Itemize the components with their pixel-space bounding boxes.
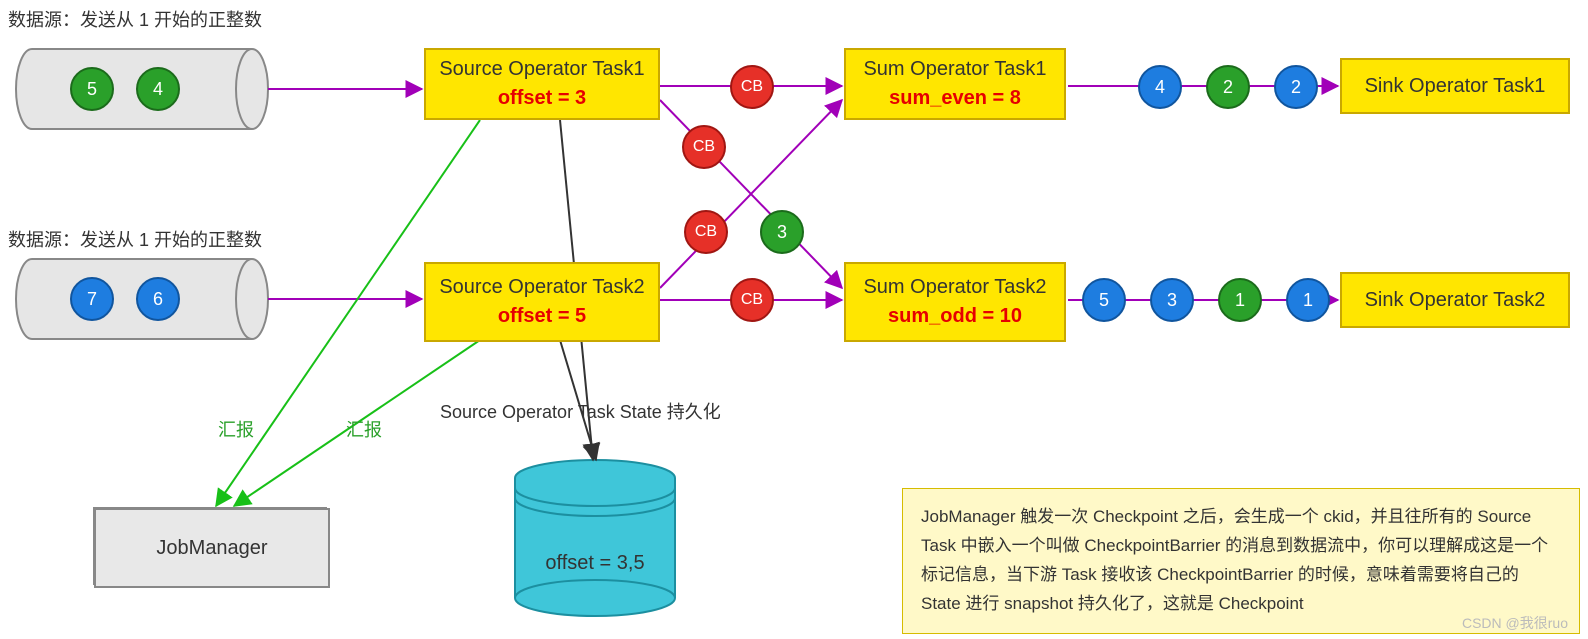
- stream2-dot-5: 5: [1082, 278, 1126, 322]
- sink-op-task1: Sink Operator Task1: [1340, 58, 1570, 114]
- ds2-item-6: 6: [136, 277, 180, 321]
- sum-op-task2-title: Sum Operator Task2: [863, 276, 1046, 299]
- stream2-dot-1a: 1: [1218, 278, 1262, 322]
- diagram-canvas: 数据源：发送从 1 开始的正整数 数据源：发送从 1 开始的正整数 5 4 7 …: [0, 0, 1588, 639]
- watermark: CSDN @我很ruo: [1462, 613, 1568, 633]
- sink-op-task2: Sink Operator Task2: [1340, 272, 1570, 328]
- ds1-item-5: 5: [70, 67, 114, 111]
- source-op-task1-title: Source Operator Task1: [439, 58, 644, 81]
- report-label-2: 汇报: [346, 416, 382, 442]
- stream1-dot-2a: 2: [1206, 65, 1250, 109]
- sum-op-task1-title: Sum Operator Task1: [863, 58, 1046, 81]
- cb-dot-3: CB: [684, 210, 728, 254]
- source-op-task1: Source Operator Task1 offset = 3: [424, 48, 660, 120]
- ds1-item-4: 4: [136, 67, 180, 111]
- state-store-text: offset = 3,5: [515, 552, 675, 575]
- sum-op-task2: Sum Operator Task2 sum_odd = 10: [844, 262, 1066, 342]
- stream2-dot-3: 3: [1150, 278, 1194, 322]
- note-text: JobManager 触发一次 Checkpoint 之后，会生成一个 ckid…: [921, 507, 1548, 613]
- stream1-dot-4: 4: [1138, 65, 1182, 109]
- state-persist-label: Source Operator Task State 持久化: [440, 398, 721, 424]
- cb-dot-4: CB: [730, 278, 774, 322]
- inflight-green-3: 3: [760, 210, 804, 254]
- sink-op-task1-title: Sink Operator Task1: [1365, 75, 1546, 98]
- datasource-1-label: 数据源：发送从 1 开始的正整数: [8, 6, 262, 32]
- datasource-2-label: 数据源：发送从 1 开始的正整数: [8, 226, 262, 252]
- source-op-task2-title: Source Operator Task2: [439, 276, 644, 299]
- jobmanager-box: JobManager: [94, 508, 330, 588]
- source-op-task2: Source Operator Task2 offset = 5: [424, 262, 660, 342]
- source-op-task1-state: offset = 3: [498, 87, 586, 110]
- cb-dot-1: CB: [730, 65, 774, 109]
- ds2-item-7: 7: [70, 277, 114, 321]
- source-op-task2-state: offset = 5: [498, 305, 586, 328]
- state-store-cylinder: [515, 460, 675, 616]
- sink-op-task2-title: Sink Operator Task2: [1365, 289, 1546, 312]
- note-box: JobManager 触发一次 Checkpoint 之后，会生成一个 ckid…: [902, 488, 1580, 634]
- stream1-dot-2b: 2: [1274, 65, 1318, 109]
- jobmanager-label: JobManager: [156, 537, 267, 560]
- cb-dot-2: CB: [682, 125, 726, 169]
- report-label-1: 汇报: [218, 416, 254, 442]
- sum-op-task1: Sum Operator Task1 sum_even = 8: [844, 48, 1066, 120]
- stream2-dot-1b: 1: [1286, 278, 1330, 322]
- sum-op-task1-state: sum_even = 8: [889, 87, 1021, 110]
- sum-op-task2-state: sum_odd = 10: [888, 305, 1022, 328]
